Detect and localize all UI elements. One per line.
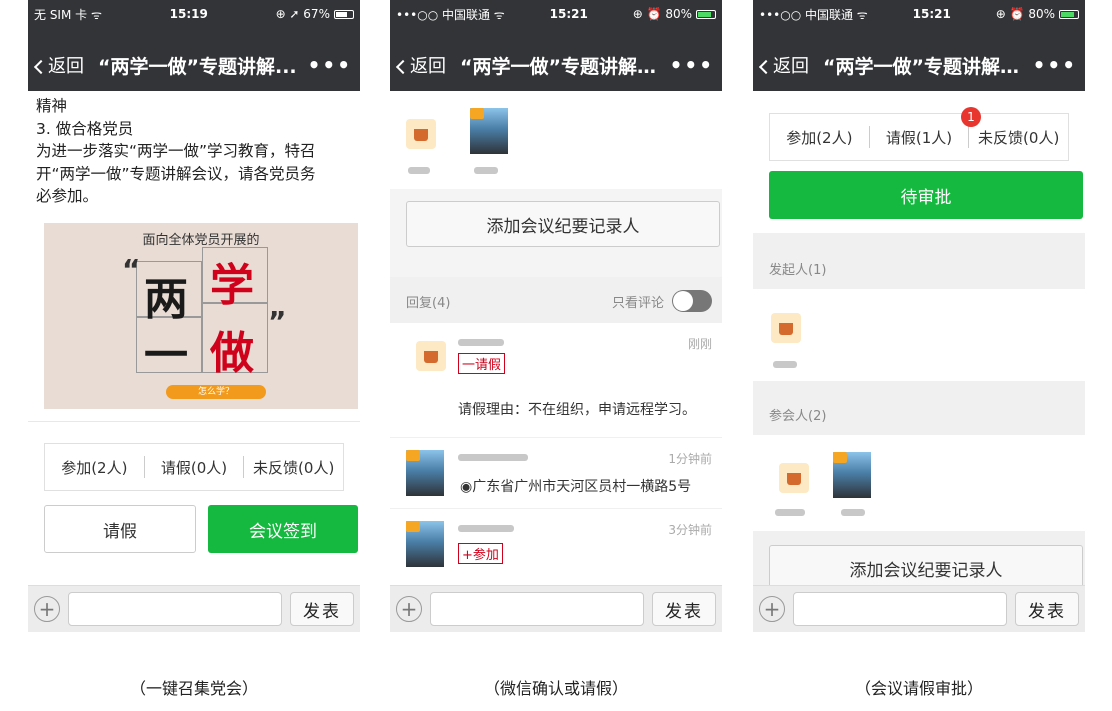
clock-text: 15:19 [169, 7, 208, 21]
carrier-text: •••○○ 中国联通 ᯤ [759, 7, 868, 22]
text-line: 3. 做合格党员 [36, 119, 134, 138]
phone-screen-replies: •••○○ 中国联通 ᯤ 15:21 ⊕ ⏰ 80% 返回 “两学一做”专题讲解… [390, 0, 722, 632]
only-comments-toggle[interactable] [672, 290, 712, 312]
add-minutes-recorder-button[interactable]: 添加会议纪要记录人 [406, 201, 720, 247]
avatar [771, 313, 801, 343]
caption-confirm-or-leave: （微信确认或请假） [483, 679, 628, 698]
back-button[interactable]: 返回 [390, 52, 460, 78]
text-line: 开“两学一做”专题讲解会议，请各党员务 [36, 164, 316, 183]
caption-leave-approval: （会议请假审批） [854, 679, 983, 698]
status-bar: •••○○ 中国联通 ᯤ 15:21 ⊕ ⏰ 80% [759, 6, 1079, 22]
battery-status: ⊕ ⏰ 80% [633, 7, 716, 21]
reply-time: 1分钟前 [668, 452, 712, 466]
attendance-stats: 参加(2人) 请假(1人) 未反馈(0人) [769, 113, 1069, 161]
back-button[interactable]: 返回 [28, 52, 98, 78]
comment-input[interactable] [68, 592, 282, 626]
attendee-section-label: 参会人(2) [769, 409, 827, 424]
stat-attend[interactable]: 参加(2人) [770, 127, 869, 148]
reply-time: 刚刚 [687, 337, 712, 351]
text-line: 为进一步落实“两学一做”学习教育，特召 [36, 142, 316, 160]
carrier-text: 无 SIM 卡 ᯤ [34, 7, 102, 22]
plus-icon[interactable]: + [34, 596, 60, 622]
phone-screen-leave-approval: •••○○ 中国联通 ᯤ 15:21 ⊕ ⏰ 80% 返回 “两学一做”专题讲解… [753, 0, 1085, 632]
pending-approval-button[interactable]: 待审批 [769, 171, 1083, 219]
comment-bar: + 发表 [28, 585, 360, 632]
avatar [470, 108, 508, 154]
avatar [416, 341, 446, 371]
stat-leave[interactable]: 请假(1人) [870, 127, 969, 148]
reply-time: 3分钟前 [668, 523, 712, 537]
send-button[interactable]: 发表 [290, 592, 354, 626]
location-text[interactable]: ◉广东省广州市天河区员村一横路5号 [460, 476, 691, 496]
notification-badge: 1 [961, 107, 981, 127]
send-button[interactable]: 发表 [652, 592, 716, 626]
stat-leave[interactable]: 请假(0人) [145, 457, 244, 478]
nav-header: •••○○ 中国联通 ᯤ 15:21 ⊕ ⏰ 80% 返回 “两学一做”专题讲解… [753, 0, 1085, 91]
list-item: 1分钟前 ◉广东省广州市天河区员村一横路5号 [390, 438, 722, 508]
more-menu-button[interactable]: ••• [300, 53, 360, 77]
nav-header: 无 SIM 卡 ᯤ 15:19 ⊕ ➚ 67% 返回 “两学一做”专题讲解...… [28, 0, 360, 91]
avatar [406, 521, 444, 567]
reply-count: 回复(4) [406, 295, 451, 311]
initiator-section-label: 发起人(1) [769, 263, 827, 278]
attendee-list [753, 435, 1085, 531]
send-button[interactable]: 发表 [1015, 592, 1079, 626]
chevron-left-icon [33, 59, 49, 75]
back-button[interactable]: 返回 [753, 52, 823, 78]
more-menu-button[interactable]: ••• [1025, 53, 1085, 77]
sign-in-button[interactable]: 会议签到 [208, 505, 358, 553]
list-item: 3分钟前 +参加 [390, 509, 722, 585]
attendance-stats: 参加(2人) 请假(0人) 未反馈(0人) [44, 443, 344, 491]
clock-text: 15:21 [912, 7, 951, 21]
meeting-description: 精神 3. 做合格党员 为进一步落实“两学一做”学习教育，特召 开“两学一做”专… [28, 91, 360, 208]
list-item: 刚刚 一请假 请假理由：不在组织，申请远程学习。 [390, 323, 722, 437]
stat-no-response[interactable]: 未反馈(0人) [244, 457, 343, 478]
meeting-detail: 精神 3. 做合格党员 为进一步落实“两学一做”学习教育，特召 开“两学一做”专… [28, 91, 360, 585]
page-title: “两学一做”专题讲解会... [460, 55, 662, 78]
attend-tag: +参加 [458, 543, 503, 564]
status-bar: •••○○ 中国联通 ᯤ 15:21 ⊕ ⏰ 80% [396, 6, 716, 22]
comment-input[interactable] [793, 592, 1007, 626]
avatar [406, 119, 436, 149]
campaign-poster-image: 面向全体党员开展的 “ 两 学 一 做 ” 怎么学？ [44, 223, 358, 409]
clock-text: 15:21 [549, 7, 588, 21]
carrier-text: •••○○ 中国联通 ᯤ [396, 7, 505, 22]
only-comments-label: 只看评论 [611, 295, 664, 311]
nav-header: •••○○ 中国联通 ᯤ 15:21 ⊕ ⏰ 80% 返回 “两学一做”专题讲解… [390, 0, 722, 91]
status-bar: 无 SIM 卡 ᯤ 15:19 ⊕ ➚ 67% [34, 6, 354, 22]
approval-panel: 参加(2人) 请假(1人) 未反馈(0人) 1 待审批 发起人(1) 参会人(2… [753, 91, 1085, 585]
plus-icon[interactable]: + [396, 596, 422, 622]
plus-icon[interactable]: + [759, 596, 785, 622]
page-title: “两学一做”专题讲解会... [823, 55, 1025, 78]
text-line: 精神 [36, 97, 68, 115]
stat-attend[interactable]: 参加(2人) [45, 457, 144, 478]
page-title: “两学一做”专题讲解... [98, 55, 297, 78]
stat-no-response[interactable]: 未反馈(0人) [969, 127, 1068, 148]
phone-screen-meeting-invite: 无 SIM 卡 ᯤ 15:19 ⊕ ➚ 67% 返回 “两学一做”专题讲解...… [28, 0, 360, 632]
avatar [406, 450, 444, 496]
avatar [833, 452, 871, 498]
battery-icon [695, 10, 716, 19]
meeting-replies: 添加会议纪要记录人 回复(4) 只看评论 刚刚 一请假 请假理由：不在组织，申请… [390, 91, 722, 585]
add-minutes-recorder-button[interactable]: 添加会议纪要记录人 [769, 545, 1083, 585]
battery-icon [1058, 10, 1079, 19]
comment-bar: + 发表 [753, 585, 1085, 632]
caption-one-click-meeting: （一键召集党会） [129, 679, 258, 698]
text-line: 必参加。 [36, 187, 99, 205]
leave-reason-text: 请假理由：不在组织，申请远程学习。 [458, 402, 696, 418]
comment-bar: + 发表 [390, 585, 722, 632]
participant-avatars [390, 91, 722, 189]
leave-tag: 一请假 [458, 353, 506, 374]
comment-input[interactable] [430, 592, 644, 626]
more-menu-button[interactable]: ••• [662, 53, 722, 77]
avatar [779, 463, 809, 493]
chevron-left-icon [758, 59, 774, 75]
leave-button[interactable]: 请假 [44, 505, 196, 553]
chevron-left-icon [395, 59, 411, 75]
initiator-list [753, 289, 1085, 381]
battery-status: ⊕ ➚ 67% [276, 7, 354, 21]
battery-status: ⊕ ⏰ 80% [996, 7, 1079, 21]
battery-icon [333, 10, 354, 19]
